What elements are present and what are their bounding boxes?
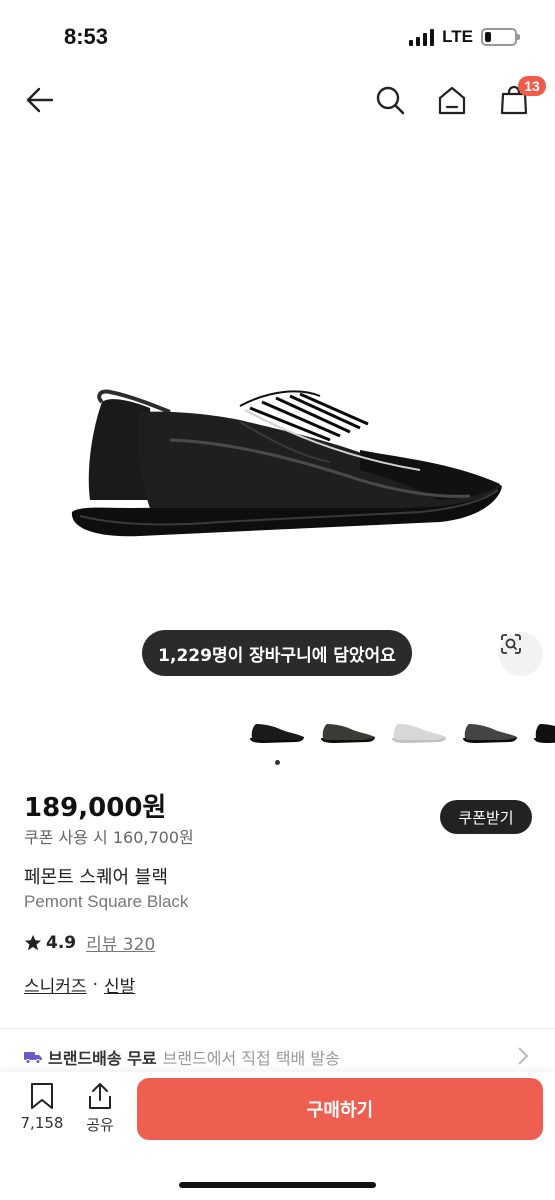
shoe-illustration (71, 389, 503, 537)
color-variant-thumbnails (244, 712, 555, 752)
color-variant-thumbnail[interactable] (244, 712, 308, 752)
shipping-info[interactable]: 브랜드배송 무료 브랜드에서 직접 택배 발송 (24, 1045, 340, 1069)
category-separator: · (92, 974, 98, 995)
cart-count-toast: 1,229명이 장바구니에 담았어요 (142, 630, 412, 676)
buy-button[interactable]: 구매하기 (137, 1078, 543, 1140)
status-bar: 8:53 LTE (0, 0, 555, 70)
signal-icon (409, 28, 435, 46)
color-variant-thumbnail[interactable] (386, 712, 450, 752)
share-button[interactable]: 공유 (78, 1082, 122, 1135)
color-variant-thumbnail[interactable] (315, 712, 379, 752)
app-header: 13 (0, 70, 555, 130)
review-link[interactable]: 리뷰 320 (86, 930, 155, 955)
product-name-korean: 페몬트 스퀘어 블랙 (24, 867, 168, 888)
search-icon (376, 86, 405, 115)
arrow-left-icon (26, 87, 54, 113)
bookmark-button[interactable]: 7,158 (20, 1082, 64, 1132)
battery-level (485, 32, 491, 42)
product-hero-image[interactable]: 1,229명이 장바구니에 담았어요 (0, 140, 555, 695)
carousel-indicator (275, 760, 280, 765)
rating-row: 4.9 리뷰 320 (24, 930, 155, 955)
status-indicators: LTE (409, 27, 520, 47)
status-time: 8:53 (64, 24, 109, 49)
category-breadcrumb: 스니커즈 · 신발 (24, 972, 135, 998)
image-search-button[interactable] (499, 632, 543, 676)
home-button[interactable] (432, 80, 472, 120)
color-variant-thumbnail[interactable] (528, 712, 555, 752)
cart-count-badge: 13 (518, 76, 546, 96)
battery-icon (481, 28, 520, 46)
star-icon (24, 934, 42, 950)
color-variant-thumbnail[interactable] (457, 712, 521, 752)
category-shoes-link[interactable]: 신발 (104, 972, 135, 997)
truck-icon (24, 1052, 42, 1064)
shipping-detail: 브랜드에서 직접 택배 발송 (162, 1049, 340, 1068)
section-divider (0, 1028, 555, 1029)
product-price: 189,000원 (24, 793, 167, 823)
coupon-price: 쿠폰 사용 시 160,700원 (24, 828, 194, 847)
share-label: 공유 (86, 1116, 114, 1134)
bookmark-icon (31, 1083, 53, 1109)
product-name-english: Pemont Square Black (24, 892, 189, 911)
back-button[interactable] (20, 80, 60, 120)
bottom-action-bar: 7,158 공유 구매하기 (0, 1072, 555, 1200)
home-icon (438, 86, 466, 115)
shipping-free-label: 브랜드배송 무료 (48, 1049, 157, 1068)
category-sneakers-link[interactable]: 스니커즈 (24, 972, 87, 997)
search-button[interactable] (370, 80, 410, 120)
get-coupon-button[interactable]: 쿠폰받기 (440, 800, 532, 834)
image-search-icon (501, 634, 521, 654)
cart-button[interactable]: 13 (494, 76, 546, 120)
chevron-right-icon (516, 1046, 530, 1070)
bookmark-count: 7,158 (20, 1114, 64, 1132)
home-indicator (179, 1182, 376, 1188)
network-label: LTE (442, 27, 473, 46)
rating-value: 4.9 (46, 932, 77, 953)
share-icon (89, 1083, 111, 1109)
